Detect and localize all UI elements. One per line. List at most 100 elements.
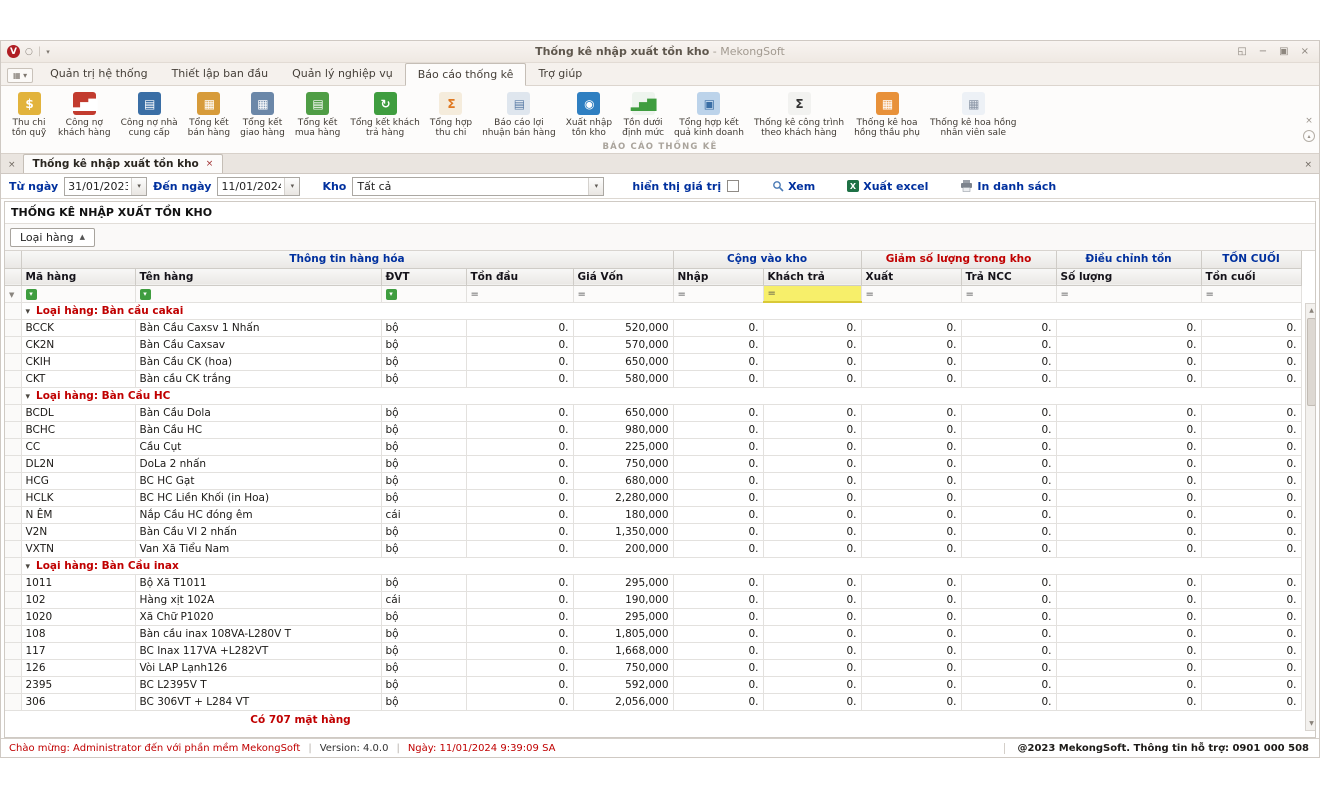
grid-cell[interactable]: 0.	[673, 506, 763, 523]
filter-cell[interactable]: =	[861, 285, 961, 302]
grid-cell[interactable]: bộ	[381, 693, 466, 710]
grid-cell[interactable]: 0.	[961, 574, 1056, 591]
grid-cell[interactable]: BC Inax 117VA +L282VT	[135, 642, 381, 659]
column-header[interactable]: Khách trả	[763, 268, 861, 285]
grid-cell[interactable]: BCDL	[21, 404, 135, 421]
grid-cell[interactable]: 0.	[961, 319, 1056, 336]
grid-cell[interactable]: 0.	[763, 574, 861, 591]
grid-cell[interactable]: 0.	[1201, 472, 1301, 489]
grid-cell[interactable]: 0.	[763, 523, 861, 540]
grid-cell[interactable]: 200,000	[573, 540, 673, 557]
grid-cell[interactable]: 0.	[673, 693, 763, 710]
grid-cell[interactable]: 180,000	[573, 506, 673, 523]
grid-cell[interactable]: 0.	[1056, 676, 1201, 693]
grid-cell[interactable]: 0.	[1056, 336, 1201, 353]
grid-cell[interactable]: 0.	[466, 591, 573, 608]
grid-cell[interactable]: 0.	[861, 608, 961, 625]
grid-cell[interactable]: 0.	[763, 336, 861, 353]
data-row[interactable]: CKIHBàn Cầu CK (hoa)bộ0.650,0000.0.0.0.0…	[5, 353, 1301, 370]
grid-cell[interactable]: 0.	[861, 319, 961, 336]
grid-cell[interactable]: 0.	[961, 370, 1056, 387]
filter-cell[interactable]	[381, 285, 466, 302]
grid-cell[interactable]: 0.	[1056, 591, 1201, 608]
ribbon-button[interactable]: ▦Tổng kết bán hàng	[183, 89, 235, 139]
grid-cell[interactable]: 0.	[861, 642, 961, 659]
band-header[interactable]: Cộng vào kho	[673, 251, 861, 268]
grid-cell[interactable]: 0.	[961, 506, 1056, 523]
grid-cell[interactable]: BCHC	[21, 421, 135, 438]
grid-cell[interactable]: 0.	[961, 455, 1056, 472]
grid-cell[interactable]: 0.	[673, 438, 763, 455]
grid-cell[interactable]: DL2N	[21, 455, 135, 472]
grid-cell[interactable]: 0.	[466, 642, 573, 659]
grid-cell[interactable]: 1,668,000	[573, 642, 673, 659]
grid-cell[interactable]: 0.	[1056, 506, 1201, 523]
grid-cell[interactable]: 0.	[1201, 523, 1301, 540]
grid-cell[interactable]: cái	[381, 506, 466, 523]
data-row[interactable]: BCHCBàn Cầu HCbộ0.980,0000.0.0.0.0.0.	[5, 421, 1301, 438]
grid-cell[interactable]: 0.	[673, 540, 763, 557]
grid-cell[interactable]: 0.	[673, 642, 763, 659]
grid-cell[interactable]: 0.	[961, 438, 1056, 455]
grid-cell[interactable]: 0.	[1056, 438, 1201, 455]
grid-cell[interactable]: 0.	[961, 540, 1056, 557]
grid-cell[interactable]: 108	[21, 625, 135, 642]
data-row[interactable]: BCDLBàn Cầu Dolabộ0.650,0000.0.0.0.0.0.	[5, 404, 1301, 421]
grid-cell[interactable]: 0.	[861, 421, 961, 438]
grid-cell[interactable]: 0.	[673, 353, 763, 370]
from-date-value[interactable]	[65, 180, 131, 193]
grid-cell[interactable]: 0.	[861, 489, 961, 506]
grid-cell[interactable]: 0.	[466, 438, 573, 455]
grid-cell[interactable]: 0.	[466, 608, 573, 625]
close-icon[interactable]: ×	[1301, 46, 1309, 57]
grid-cell[interactable]: 0.	[961, 336, 1056, 353]
quick-access-icon[interactable]: ○	[25, 47, 33, 57]
grid-cell[interactable]: 0.	[1201, 540, 1301, 557]
ribbon-button[interactable]: ▤Công nợ nhà cung cấp	[116, 89, 183, 139]
minimize-icon[interactable]: −	[1259, 46, 1267, 57]
grid-cell[interactable]: 0.	[1201, 353, 1301, 370]
grid-cell[interactable]: bộ	[381, 625, 466, 642]
group-row[interactable]: ▾Loại hàng: Bàn cầu cakai	[5, 302, 1301, 319]
grid-cell[interactable]: 0.	[1056, 574, 1201, 591]
grid-cell[interactable]: 0.	[1201, 489, 1301, 506]
data-row[interactable]: HCGBC HC Gạtbộ0.680,0000.0.0.0.0.0.	[5, 472, 1301, 489]
grid-cell[interactable]: 0.	[961, 591, 1056, 608]
grid-cell[interactable]: 295,000	[573, 608, 673, 625]
grid-cell[interactable]: DoLa 2 nhấn	[135, 455, 381, 472]
grid-cell[interactable]: CKIH	[21, 353, 135, 370]
filter-cell[interactable]: =	[961, 285, 1056, 302]
grid-cell[interactable]: Nắp Cầu HC đóng êm	[135, 506, 381, 523]
grid-cell[interactable]: 0.	[961, 625, 1056, 642]
grid-cell[interactable]: 0.	[466, 693, 573, 710]
to-date-input[interactable]: ▾	[217, 177, 300, 196]
grid-cell[interactable]: 0.	[763, 676, 861, 693]
scroll-up-icon[interactable]: ▲	[1306, 304, 1315, 317]
grid-cell[interactable]: 0.	[466, 676, 573, 693]
column-header[interactable]: Xuất	[861, 268, 961, 285]
grid-cell[interactable]: 0.	[763, 489, 861, 506]
grid-cell[interactable]: Bộ Xã T1011	[135, 574, 381, 591]
grid-cell[interactable]: 0.	[673, 608, 763, 625]
grid-cell[interactable]: 0.	[466, 574, 573, 591]
grid-cell[interactable]: Bàn Cầu Caxsv 1 Nhấn	[135, 319, 381, 336]
grid-cell[interactable]: 1011	[21, 574, 135, 591]
grid-cell[interactable]: Cầu Cụt	[135, 438, 381, 455]
grid-cell[interactable]: Bàn Cầu HC	[135, 421, 381, 438]
grid-cell[interactable]: 0.	[1056, 523, 1201, 540]
data-row[interactable]: 108Bàn cầu inax 108VA-L280V Tbộ0.1,805,0…	[5, 625, 1301, 642]
grid-cell[interactable]: Bàn Cầu Dola	[135, 404, 381, 421]
ribbon-button[interactable]: ▤Báo cáo lợi nhuận bán hàng	[477, 89, 561, 139]
grid-cell[interactable]: Bàn cầu inax 108VA-L280V T	[135, 625, 381, 642]
menu-tab[interactable]: Trợ giúp	[526, 63, 594, 85]
filter-cell[interactable]: =	[1056, 285, 1201, 302]
grid-cell[interactable]: bộ	[381, 608, 466, 625]
grid-cell[interactable]: 0.	[1201, 625, 1301, 642]
grid-cell[interactable]: Bàn Cầu Caxsav	[135, 336, 381, 353]
grid-cell[interactable]: 0.	[466, 625, 573, 642]
grid-cell[interactable]: bộ	[381, 353, 466, 370]
grid-cell[interactable]: 0.	[1056, 608, 1201, 625]
grid-cell[interactable]: 580,000	[573, 370, 673, 387]
grid-cell[interactable]: 0.	[673, 370, 763, 387]
grid-cell[interactable]: VXTN	[21, 540, 135, 557]
